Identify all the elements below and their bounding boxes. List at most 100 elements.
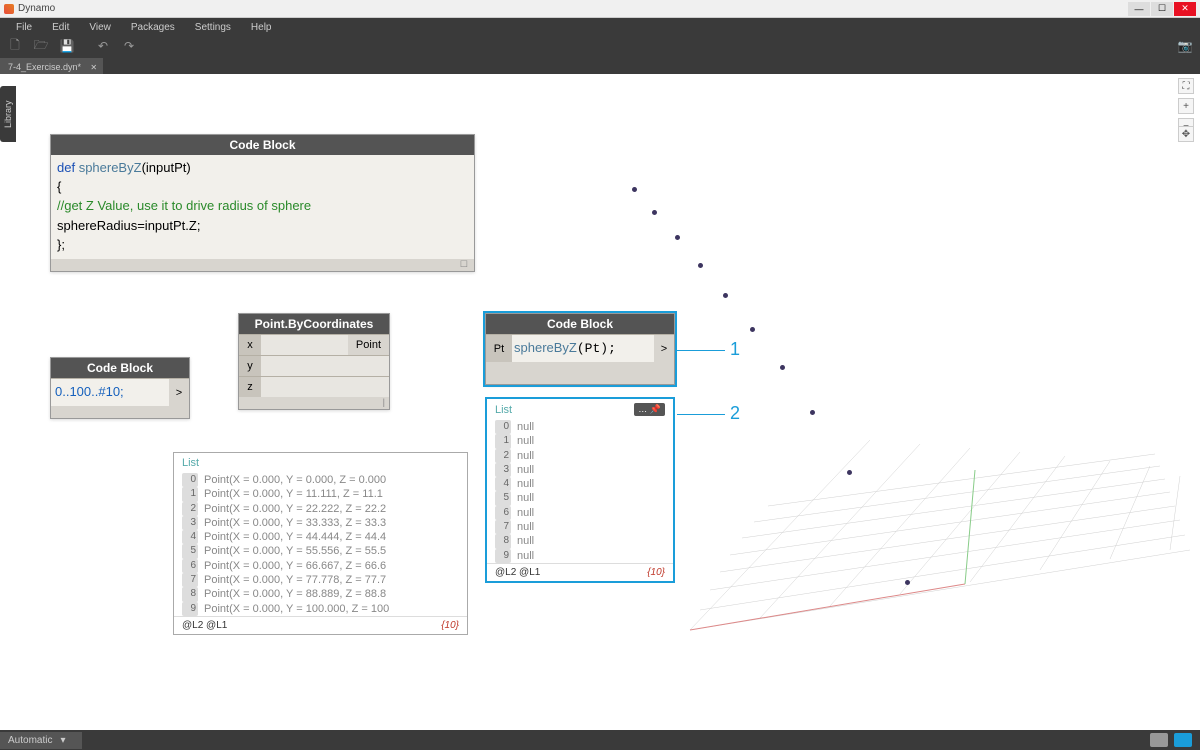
list-item[interactable]: 5Point(X = 0.000, Y = 55.556, Z = 55.5 bbox=[174, 544, 467, 558]
node-title: Point.ByCoordinates bbox=[239, 314, 389, 334]
viewport-point bbox=[723, 293, 728, 298]
run-mode-label: Automatic bbox=[8, 735, 52, 746]
annotation-1: 1 bbox=[730, 339, 740, 360]
node-footer: ☐ bbox=[51, 259, 474, 271]
tab-label: 7-4_Exercise.dyn* bbox=[8, 62, 81, 72]
node-point-by-coordinates[interactable]: Point.ByCoordinates x Point y z | bbox=[238, 313, 390, 410]
viewport-point bbox=[750, 327, 755, 332]
list-item[interactable]: 0null bbox=[487, 420, 673, 434]
viewport-point bbox=[905, 580, 910, 585]
input-port-pt[interactable]: Pt bbox=[486, 335, 512, 362]
list-levels: @L2 @L1 bbox=[495, 567, 540, 578]
node-code-block-range[interactable]: Code Block 0..100..#10; > bbox=[50, 357, 190, 419]
list-item[interactable]: 5null bbox=[487, 491, 673, 505]
run-mode-dropdown[interactable]: Automatic ▾ bbox=[0, 732, 82, 749]
list-item[interactable]: 1Point(X = 0.000, Y = 11.111, Z = 11.1 bbox=[174, 487, 467, 501]
list-item[interactable]: 9Point(X = 0.000, Y = 100.000, Z = 100 bbox=[174, 602, 467, 616]
node-code-block-call[interactable]: Code Block Pt sphereByZ(Pt); > bbox=[485, 313, 675, 385]
list-item[interactable]: 6Point(X = 0.000, Y = 66.667, Z = 66.6 bbox=[174, 559, 467, 573]
list-count: {10} bbox=[647, 567, 665, 578]
menu-edit[interactable]: Edit bbox=[42, 22, 79, 33]
viewport-point bbox=[652, 210, 657, 215]
list-item[interactable]: 6null bbox=[487, 506, 673, 520]
open-file-icon[interactable]: 🗁 bbox=[34, 39, 48, 53]
view-toggle-1[interactable] bbox=[1150, 733, 1168, 747]
viewport-point bbox=[675, 235, 680, 240]
window-minimize-button[interactable]: — bbox=[1128, 2, 1150, 16]
undo-icon[interactable]: ↶ bbox=[96, 39, 110, 53]
window-maximize-button[interactable]: ☐ bbox=[1151, 2, 1173, 16]
toolbar: 🗋 🗁 💾 ↶ ↷ 📷 bbox=[0, 36, 1200, 56]
list-item[interactable]: 4null bbox=[487, 477, 673, 491]
library-panel-tab[interactable]: Library bbox=[0, 86, 16, 142]
preview-header: List bbox=[182, 457, 199, 469]
viewport-point bbox=[847, 470, 852, 475]
node-footer bbox=[486, 362, 674, 384]
menu-view[interactable]: View bbox=[79, 22, 121, 33]
camera-icon[interactable]: 📷 bbox=[1178, 39, 1192, 53]
status-bar: Automatic ▾ bbox=[0, 730, 1200, 750]
list-item[interactable]: 3null bbox=[487, 463, 673, 477]
fit-view-icon[interactable]: ⛶ bbox=[1178, 78, 1194, 94]
list-item[interactable]: 3Point(X = 0.000, Y = 33.333, Z = 33.3 bbox=[174, 516, 467, 530]
input-port-z[interactable]: z bbox=[239, 377, 261, 397]
output-port[interactable]: > bbox=[169, 379, 189, 406]
window-close-button[interactable]: ✕ bbox=[1174, 2, 1196, 16]
pan-icon[interactable]: ✥ bbox=[1178, 126, 1194, 142]
data-preview-nulls[interactable]: List … 📌 0null1null2null3null4null5null6… bbox=[485, 397, 675, 583]
graph-canvas[interactable]: Library ⛶ + − ✥ Code Block def sphereByZ… bbox=[0, 74, 1200, 730]
list-item[interactable]: 2null bbox=[487, 449, 673, 463]
menu-help[interactable]: Help bbox=[241, 22, 282, 33]
viewport-3d-grid bbox=[630, 340, 1190, 700]
node-title: Code Block bbox=[51, 358, 189, 378]
node-title: Code Block bbox=[486, 314, 674, 334]
redo-icon[interactable]: ↷ bbox=[122, 39, 136, 53]
output-port-point[interactable]: Point bbox=[348, 335, 389, 355]
tab-close-icon[interactable]: ✕ bbox=[90, 63, 97, 72]
document-tab[interactable]: 7-4_Exercise.dyn* ✕ bbox=[0, 58, 103, 74]
input-port-x[interactable]: x bbox=[239, 335, 261, 355]
list-item[interactable]: 2Point(X = 0.000, Y = 22.222, Z = 22.2 bbox=[174, 502, 467, 516]
app-title: Dynamo bbox=[18, 3, 1127, 14]
list-item[interactable]: 8null bbox=[487, 534, 673, 548]
viewport-point bbox=[780, 365, 785, 370]
node-footer: | bbox=[239, 397, 389, 409]
data-preview-points[interactable]: List 0Point(X = 0.000, Y = 0.000, Z = 0.… bbox=[173, 452, 468, 635]
app-logo-icon bbox=[4, 4, 14, 14]
menu-packages[interactable]: Packages bbox=[121, 22, 185, 33]
list-item[interactable]: 4Point(X = 0.000, Y = 44.444, Z = 44.4 bbox=[174, 530, 467, 544]
node-code-block-def[interactable]: Code Block def sphereByZ(inputPt){//get … bbox=[50, 134, 475, 272]
list-item[interactable]: 9null bbox=[487, 549, 673, 563]
node-footer bbox=[51, 406, 189, 418]
menu-file[interactable]: File bbox=[6, 22, 42, 33]
list-item[interactable]: 0Point(X = 0.000, Y = 0.000, Z = 0.000 bbox=[174, 473, 467, 487]
code-editor[interactable]: 0..100..#10; bbox=[51, 379, 169, 406]
window-titlebar: Dynamo — ☐ ✕ bbox=[0, 0, 1200, 18]
main-menubar: File Edit View Packages Settings Help bbox=[0, 18, 1200, 36]
viewport-point bbox=[810, 410, 815, 415]
annotation-2: 2 bbox=[730, 403, 740, 424]
input-port-y[interactable]: y bbox=[239, 356, 261, 376]
list-count: {10} bbox=[441, 620, 459, 631]
annotation-line bbox=[677, 414, 725, 415]
zoom-in-icon[interactable]: + bbox=[1178, 98, 1194, 114]
viewport-point bbox=[698, 263, 703, 268]
list-item[interactable]: 8Point(X = 0.000, Y = 88.889, Z = 88.8 bbox=[174, 587, 467, 601]
new-file-icon[interactable]: 🗋 bbox=[8, 39, 22, 53]
list-item[interactable]: 7null bbox=[487, 520, 673, 534]
output-port[interactable]: > bbox=[654, 335, 674, 362]
viewport-point bbox=[632, 187, 637, 192]
view-toggle-2[interactable] bbox=[1174, 733, 1192, 747]
pin-icon[interactable]: … 📌 bbox=[634, 403, 665, 416]
menu-settings[interactable]: Settings bbox=[185, 22, 241, 33]
annotation-line bbox=[677, 350, 725, 351]
list-item[interactable]: 1null bbox=[487, 434, 673, 448]
preview-header: List bbox=[495, 404, 512, 416]
node-title: Code Block bbox=[51, 135, 474, 155]
code-editor[interactable]: def sphereByZ(inputPt){//get Z Value, us… bbox=[51, 155, 474, 259]
code-editor[interactable]: sphereByZ(Pt); bbox=[512, 335, 654, 362]
list-levels: @L2 @L1 bbox=[182, 620, 227, 631]
save-file-icon[interactable]: 💾 bbox=[60, 39, 74, 53]
chevron-down-icon: ▾ bbox=[60, 735, 65, 746]
list-item[interactable]: 7Point(X = 0.000, Y = 77.778, Z = 77.7 bbox=[174, 573, 467, 587]
